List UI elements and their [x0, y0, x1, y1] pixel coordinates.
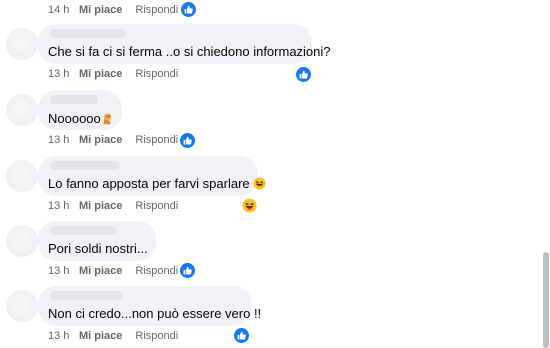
laughing-reaction-icon[interactable]: [242, 198, 257, 213]
like-button[interactable]: Mi piace: [79, 134, 122, 146]
comment-text-value: Noooooo: [48, 111, 101, 126]
comment-bubble: Non ci credo...non può essere vero !!: [38, 286, 261, 326]
reply-button[interactable]: Rispondi: [135, 134, 178, 146]
comment-time[interactable]: 13 h: [48, 200, 79, 212]
comment-meta: 13 h Mi piace Rispondi: [48, 198, 178, 214]
avatar[interactable]: [6, 225, 38, 257]
comment-text: Lo fanno apposta per farvi sparlare: [48, 176, 266, 192]
reply-button[interactable]: Rispondi: [135, 200, 178, 212]
reply-button[interactable]: Rispondi: [135, 4, 178, 16]
comment-text: Non ci credo...non può essere vero !!: [48, 306, 262, 321]
thumbs-up-icon: [237, 331, 246, 340]
author-name-blurred[interactable]: [50, 291, 122, 300]
comment-meta: 14 h Mi piace Rispondi: [48, 2, 178, 18]
thumbs-up-icon: [183, 266, 192, 275]
avatar[interactable]: [6, 94, 38, 126]
like-button[interactable]: Mi piace: [79, 265, 122, 277]
like-reaction-icon[interactable]: [234, 328, 249, 343]
like-button[interactable]: Mi piace: [79, 200, 122, 212]
comment-time[interactable]: 14 h: [48, 4, 79, 16]
reply-button[interactable]: Rispondi: [135, 265, 178, 277]
comment-meta: 13 h Mi piace Rispondi: [48, 132, 178, 148]
scrollbar-thumb[interactable]: [543, 252, 549, 348]
author-name-blurred[interactable]: [50, 29, 126, 38]
comment-text-value: Lo fanno apposta per farvi sparlare: [48, 176, 250, 191]
comment-meta: 13 h Mi piace Rispondi: [48, 263, 178, 279]
thumbs-up-icon: [299, 70, 308, 79]
like-reaction-icon[interactable]: [181, 2, 196, 17]
comment-bubble: Che si fa ci si ferma ..o si chiedono in…: [38, 24, 331, 64]
reply-button[interactable]: Rispondi: [135, 68, 178, 80]
comment-bubble: Pori soldi nostri...: [38, 221, 156, 261]
person-facepalm-emoji: [103, 113, 111, 125]
like-reaction-icon[interactable]: [296, 67, 311, 82]
comment-time[interactable]: 13 h: [48, 134, 79, 146]
reply-button[interactable]: Rispondi: [135, 330, 178, 342]
like-button[interactable]: Mi piace: [79, 68, 122, 80]
comment-meta: 13 h Mi piace Rispondi: [48, 66, 178, 82]
comment-bubble: Noooooo: [38, 90, 122, 130]
comment-text: Noooooo: [48, 111, 114, 127]
thumbs-up-icon: [184, 5, 193, 14]
comment-bubble: Lo fanno apposta per farvi sparlare: [38, 156, 266, 196]
like-reaction-icon[interactable]: [180, 133, 195, 148]
comment-time[interactable]: 13 h: [48, 68, 79, 80]
comment-text: Pori soldi nostri...: [48, 241, 148, 256]
avatar[interactable]: [6, 28, 38, 60]
author-name-blurred[interactable]: [50, 95, 98, 104]
comment-time[interactable]: 13 h: [48, 330, 79, 342]
like-button[interactable]: Mi piace: [79, 330, 122, 342]
like-button[interactable]: Mi piace: [79, 4, 122, 16]
thumbs-up-icon: [183, 136, 192, 145]
laughing-emoji: [242, 198, 257, 213]
author-name-blurred[interactable]: [50, 226, 116, 235]
avatar[interactable]: [6, 160, 38, 192]
like-reaction-icon[interactable]: [180, 263, 195, 278]
comment-meta: 13 h Mi piace Rispondi: [48, 328, 178, 344]
comment-time[interactable]: 13 h: [48, 265, 79, 277]
avatar[interactable]: [6, 290, 38, 322]
laughing-emoji: [253, 177, 266, 190]
comment-text: Che si fa ci si ferma ..o si chiedono in…: [48, 44, 331, 59]
author-name-blurred[interactable]: [50, 161, 120, 170]
